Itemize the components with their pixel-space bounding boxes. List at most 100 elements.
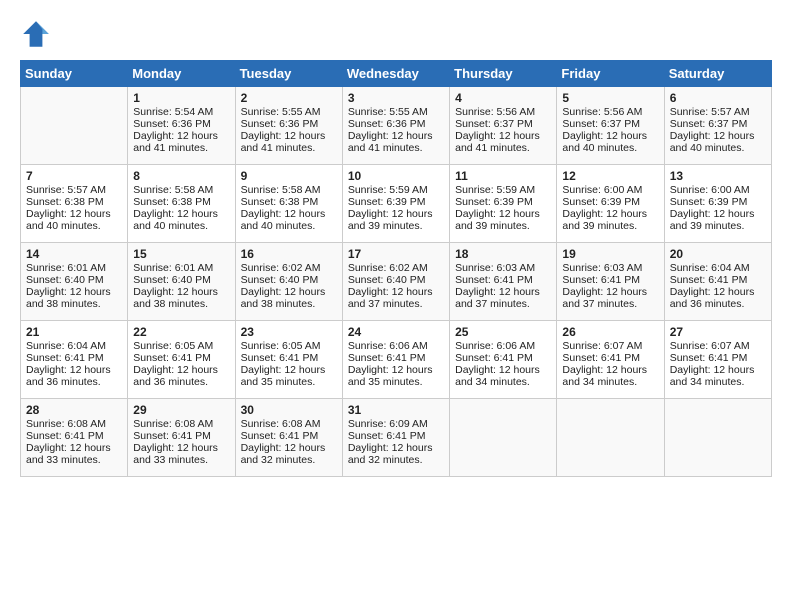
calendar-cell: 18Sunrise: 6:03 AMSunset: 6:41 PMDayligh…	[450, 243, 557, 321]
cell-line: Sunrise: 6:06 AM	[348, 340, 444, 352]
cell-line: Sunrise: 6:03 AM	[455, 262, 551, 274]
cell-line: Daylight: 12 hours	[455, 208, 551, 220]
cell-line: Sunrise: 6:04 AM	[26, 340, 122, 352]
cell-line: and 36 minutes.	[26, 376, 122, 388]
cell-line: Daylight: 12 hours	[133, 364, 229, 376]
day-number: 20	[670, 247, 766, 261]
cell-line: and 38 minutes.	[133, 298, 229, 310]
calendar-cell: 13Sunrise: 6:00 AMSunset: 6:39 PMDayligh…	[664, 165, 771, 243]
calendar-cell: 23Sunrise: 6:05 AMSunset: 6:41 PMDayligh…	[235, 321, 342, 399]
cell-line: and 40 minutes.	[241, 220, 337, 232]
cell-line: Sunrise: 6:09 AM	[348, 418, 444, 430]
cell-line: Sunrise: 6:02 AM	[241, 262, 337, 274]
cell-line: Sunrise: 6:04 AM	[670, 262, 766, 274]
cell-line: and 41 minutes.	[241, 142, 337, 154]
day-header-wednesday: Wednesday	[342, 61, 449, 87]
cell-line: and 37 minutes.	[562, 298, 658, 310]
week-row-5: 28Sunrise: 6:08 AMSunset: 6:41 PMDayligh…	[21, 399, 772, 477]
cell-line: Daylight: 12 hours	[670, 286, 766, 298]
calendar-cell: 25Sunrise: 6:06 AMSunset: 6:41 PMDayligh…	[450, 321, 557, 399]
header	[20, 18, 772, 50]
cell-line: Daylight: 12 hours	[562, 286, 658, 298]
day-header-friday: Friday	[557, 61, 664, 87]
cell-line: Sunset: 6:41 PM	[670, 352, 766, 364]
week-row-2: 7Sunrise: 5:57 AMSunset: 6:38 PMDaylight…	[21, 165, 772, 243]
day-header-saturday: Saturday	[664, 61, 771, 87]
cell-line: Sunrise: 6:00 AM	[562, 184, 658, 196]
calendar-cell: 29Sunrise: 6:08 AMSunset: 6:41 PMDayligh…	[128, 399, 235, 477]
day-number: 21	[26, 325, 122, 339]
cell-line: Sunrise: 6:00 AM	[670, 184, 766, 196]
cell-line: Sunset: 6:37 PM	[670, 118, 766, 130]
cell-line: Sunset: 6:36 PM	[348, 118, 444, 130]
cell-line: and 40 minutes.	[26, 220, 122, 232]
day-number: 29	[133, 403, 229, 417]
cell-line: Sunrise: 6:07 AM	[670, 340, 766, 352]
day-number: 7	[26, 169, 122, 183]
cell-line: and 37 minutes.	[455, 298, 551, 310]
page: SundayMondayTuesdayWednesdayThursdayFrid…	[0, 0, 792, 612]
cell-line: Daylight: 12 hours	[241, 130, 337, 142]
week-row-3: 14Sunrise: 6:01 AMSunset: 6:40 PMDayligh…	[21, 243, 772, 321]
cell-line: Daylight: 12 hours	[455, 130, 551, 142]
day-number: 12	[562, 169, 658, 183]
cell-line: Sunrise: 6:01 AM	[133, 262, 229, 274]
day-number: 9	[241, 169, 337, 183]
cell-line: Sunset: 6:40 PM	[348, 274, 444, 286]
day-number: 2	[241, 91, 337, 105]
day-number: 17	[348, 247, 444, 261]
calendar-cell: 2Sunrise: 5:55 AMSunset: 6:36 PMDaylight…	[235, 87, 342, 165]
cell-line: and 41 minutes.	[133, 142, 229, 154]
cell-line: Daylight: 12 hours	[241, 442, 337, 454]
cell-line: and 37 minutes.	[348, 298, 444, 310]
cell-line: Sunrise: 6:06 AM	[455, 340, 551, 352]
calendar-cell: 31Sunrise: 6:09 AMSunset: 6:41 PMDayligh…	[342, 399, 449, 477]
day-number: 15	[133, 247, 229, 261]
cell-line: and 33 minutes.	[133, 454, 229, 466]
day-number: 16	[241, 247, 337, 261]
cell-line: Daylight: 12 hours	[562, 130, 658, 142]
cell-line: Daylight: 12 hours	[26, 286, 122, 298]
cell-line: and 33 minutes.	[26, 454, 122, 466]
cell-line: Sunset: 6:39 PM	[455, 196, 551, 208]
calendar-cell: 16Sunrise: 6:02 AMSunset: 6:40 PMDayligh…	[235, 243, 342, 321]
calendar-cell: 8Sunrise: 5:58 AMSunset: 6:38 PMDaylight…	[128, 165, 235, 243]
day-number: 13	[670, 169, 766, 183]
calendar-cell: 22Sunrise: 6:05 AMSunset: 6:41 PMDayligh…	[128, 321, 235, 399]
calendar-cell: 17Sunrise: 6:02 AMSunset: 6:40 PMDayligh…	[342, 243, 449, 321]
calendar-cell: 9Sunrise: 5:58 AMSunset: 6:38 PMDaylight…	[235, 165, 342, 243]
calendar-cell: 4Sunrise: 5:56 AMSunset: 6:37 PMDaylight…	[450, 87, 557, 165]
cell-line: Sunset: 6:41 PM	[241, 352, 337, 364]
cell-line: Sunset: 6:41 PM	[26, 352, 122, 364]
cell-line: and 40 minutes.	[133, 220, 229, 232]
day-header-tuesday: Tuesday	[235, 61, 342, 87]
cell-line: and 35 minutes.	[241, 376, 337, 388]
cell-line: Sunrise: 6:02 AM	[348, 262, 444, 274]
calendar-cell: 3Sunrise: 5:55 AMSunset: 6:36 PMDaylight…	[342, 87, 449, 165]
cell-line: Sunset: 6:38 PM	[26, 196, 122, 208]
logo	[20, 18, 56, 50]
cell-line: Daylight: 12 hours	[133, 208, 229, 220]
calendar-cell: 30Sunrise: 6:08 AMSunset: 6:41 PMDayligh…	[235, 399, 342, 477]
cell-line: Sunrise: 6:08 AM	[26, 418, 122, 430]
day-number: 28	[26, 403, 122, 417]
cell-line: Daylight: 12 hours	[133, 442, 229, 454]
cell-line: Sunset: 6:41 PM	[133, 430, 229, 442]
cell-line: Daylight: 12 hours	[562, 208, 658, 220]
day-number: 4	[455, 91, 551, 105]
cell-line: Sunset: 6:40 PM	[241, 274, 337, 286]
cell-line: Sunset: 6:40 PM	[133, 274, 229, 286]
day-number: 30	[241, 403, 337, 417]
cell-line: Daylight: 12 hours	[670, 208, 766, 220]
day-number: 23	[241, 325, 337, 339]
calendar-cell: 20Sunrise: 6:04 AMSunset: 6:41 PMDayligh…	[664, 243, 771, 321]
calendar-cell: 28Sunrise: 6:08 AMSunset: 6:41 PMDayligh…	[21, 399, 128, 477]
day-number: 24	[348, 325, 444, 339]
cell-line: Sunset: 6:39 PM	[562, 196, 658, 208]
cell-line: Sunrise: 5:54 AM	[133, 106, 229, 118]
calendar-cell: 21Sunrise: 6:04 AMSunset: 6:41 PMDayligh…	[21, 321, 128, 399]
cell-line: Sunrise: 6:08 AM	[133, 418, 229, 430]
cell-line: Sunset: 6:37 PM	[562, 118, 658, 130]
cell-line: Sunset: 6:41 PM	[455, 352, 551, 364]
cell-line: and 41 minutes.	[348, 142, 444, 154]
